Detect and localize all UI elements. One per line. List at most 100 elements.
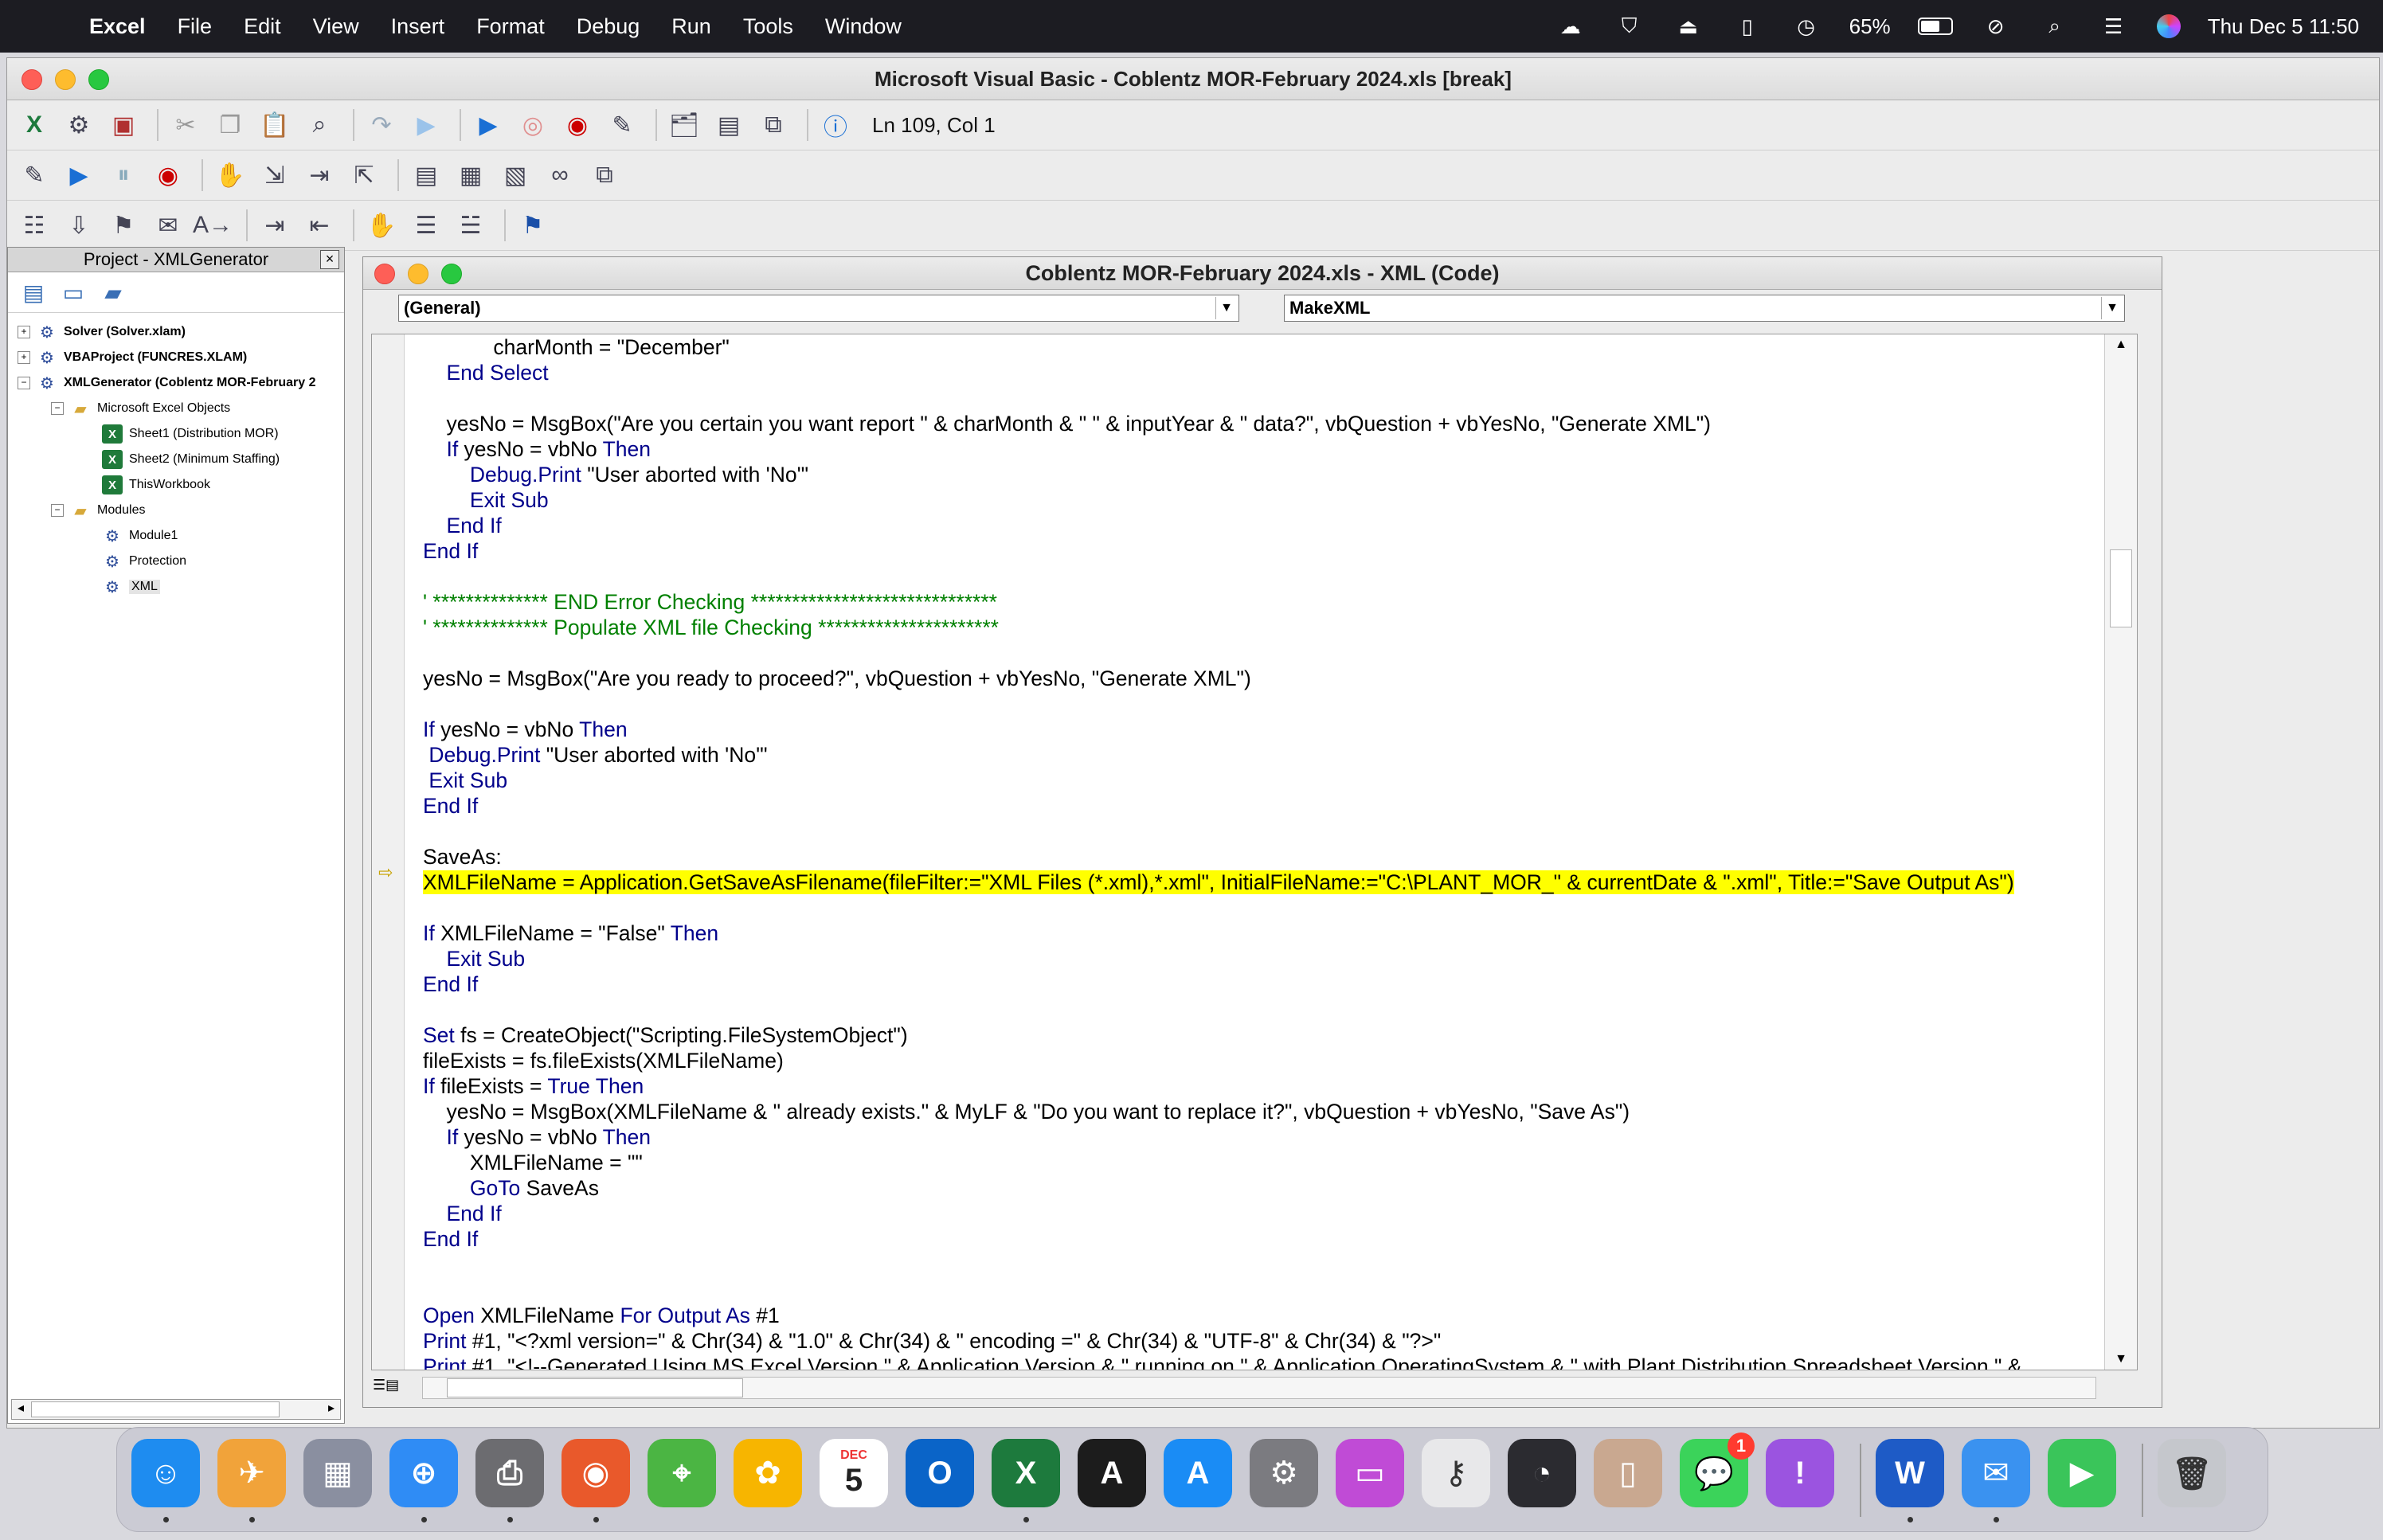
code-line[interactable]: If yesNo = vbNo Then [423, 1124, 2097, 1150]
watch-window-icon[interactable]: ▧ [496, 156, 534, 194]
tree-node[interactable]: − ▰ Modules [51, 499, 145, 522]
minimize-window-button[interactable] [55, 69, 76, 90]
project-explorer-icon[interactable]: 🗂 [665, 106, 703, 144]
tree-node[interactable]: ⚙ XML [84, 576, 160, 598]
comment-block-icon[interactable]: ☰ [407, 206, 445, 244]
tree-node[interactable]: X Sheet1 (Distribution MOR) [84, 423, 279, 445]
tree-node[interactable]: + ⚙ Solver (Solver.xlam) [18, 321, 186, 343]
list-properties-icon[interactable]: ☷ [15, 206, 53, 244]
tree-node[interactable]: ⚙ Protection [84, 550, 186, 573]
tree-node[interactable]: − ▰ Microsoft Excel Objects [51, 397, 230, 420]
object-browser-icon[interactable]: ⧉ [754, 106, 792, 144]
disk-utility-icon[interactable]: ▭ [1336, 1439, 1404, 1507]
object-dropdown[interactable]: (General) ▼ [398, 295, 1239, 322]
firefox-icon[interactable]: ◉ [562, 1439, 630, 1507]
system-settings-icon[interactable]: ⚙ [1250, 1439, 1318, 1507]
zoom-window-button[interactable] [88, 69, 109, 90]
acrobat-icon[interactable]: A [1078, 1439, 1146, 1507]
horizontal-scrollbar[interactable] [422, 1377, 2096, 1399]
code-line[interactable]: If fileExists = True Then [423, 1073, 2097, 1099]
code-line[interactable]: SaveAs: [423, 844, 2097, 870]
code-line[interactable]: charMonth = "December" [423, 334, 2097, 360]
feedback-icon[interactable]: ! [1766, 1439, 1834, 1507]
keychain-icon[interactable]: ⚷ [1422, 1439, 1490, 1507]
complete-word-icon[interactable]: A→ [193, 206, 233, 244]
break-icon[interactable]: ⏸ [104, 156, 143, 194]
code-line[interactable]: Print #1, "<?xml version=" & Chr(34) & "… [423, 1328, 2097, 1354]
clock[interactable]: Thu Dec 5 11:50 [2208, 14, 2359, 39]
cyberduck-icon[interactable]: ✈ [217, 1439, 286, 1507]
zoom-code-window-button[interactable] [441, 264, 462, 284]
code-line[interactable]: End Select [423, 360, 2097, 385]
menu-run[interactable]: Run [671, 14, 711, 39]
code-line[interactable]: XMLFileName = "" [423, 1150, 2097, 1175]
breakpoint-margin[interactable] [372, 334, 405, 1370]
printer-icon[interactable]: ⎙ [475, 1439, 544, 1507]
tree-node[interactable]: X ThisWorkbook [84, 474, 210, 496]
code-line[interactable] [423, 895, 2097, 920]
view-excel-icon[interactable]: X [15, 106, 53, 144]
code-line[interactable]: If XMLFileName = "False" Then [423, 920, 2097, 946]
minimize-code-window-button[interactable] [408, 264, 428, 284]
call-stack-icon[interactable]: ⧉ [585, 156, 624, 194]
code-line[interactable]: ' ************** Populate XML file Check… [423, 615, 2097, 640]
app-store-icon[interactable]: A [1164, 1439, 1232, 1507]
scroll-down-icon[interactable]: ▼ [2105, 1349, 2137, 1370]
code-line[interactable]: End If [423, 513, 2097, 538]
cut-icon[interactable]: ✂ [166, 106, 205, 144]
view-object-icon[interactable]: ▭ [57, 278, 89, 307]
toggle-breakpoint-icon[interactable]: ✋ [362, 206, 401, 244]
chevron-down-icon[interactable]: ▼ [2101, 297, 2123, 319]
break-icon[interactable]: ◎ [514, 106, 552, 144]
redo-icon[interactable]: ↷ [362, 106, 401, 144]
cloud-icon[interactable]: ☁ [1555, 14, 1587, 38]
iphone-mirroring-icon[interactable]: ▯ [1594, 1439, 1662, 1507]
list-constants-icon[interactable]: ⇩ [60, 206, 98, 244]
parameter-info-icon[interactable]: ✉ [149, 206, 187, 244]
scrollbar-thumb[interactable] [2110, 549, 2132, 627]
indent-icon[interactable]: ⇥ [256, 206, 294, 244]
code-line[interactable]: yesNo = MsgBox("Are you ready to proceed… [423, 666, 2097, 691]
step-over-icon[interactable]: ⇥ [300, 156, 338, 194]
menu-debug[interactable]: Debug [577, 14, 640, 39]
code-line[interactable]: Exit Sub [423, 768, 2097, 793]
uncomment-block-icon[interactable]: ☱ [452, 206, 490, 244]
siri-icon[interactable] [2156, 14, 2181, 38]
tree-node[interactable]: X Sheet2 (Minimum Staffing) [84, 448, 280, 471]
eject-icon[interactable]: ⏏ [1673, 14, 1704, 38]
code-line[interactable] [423, 1252, 2097, 1277]
code-editor[interactable]: ⇨ charMonth = "December" End Select yesN… [371, 334, 2138, 1370]
code-line[interactable] [423, 691, 2097, 717]
code-line[interactable]: If yesNo = vbNo Then [423, 436, 2097, 462]
code-text[interactable]: charMonth = "December" End Select yesNo … [423, 334, 2097, 1370]
menu-window[interactable]: Window [825, 14, 902, 39]
code-line[interactable]: yesNo = MsgBox("Are you certain you want… [423, 411, 2097, 436]
expand-icon[interactable]: + [18, 326, 30, 338]
code-line[interactable] [423, 385, 2097, 411]
code-line[interactable]: End If [423, 793, 2097, 819]
design-mode-icon[interactable]: ✎ [603, 106, 641, 144]
facetime-icon[interactable]: ▶ [2048, 1439, 2116, 1507]
code-line[interactable]: ' ************** END Error Checking ****… [423, 589, 2097, 615]
finder-icon[interactable]: ☺ [131, 1439, 200, 1507]
design-mode-icon[interactable]: ✎ [15, 156, 53, 194]
expand-icon[interactable]: + [18, 351, 30, 364]
horizontal-scrollbar[interactable]: ◂ ▸ [11, 1399, 341, 1420]
code-line[interactable] [423, 1277, 2097, 1303]
scroll-left-icon[interactable]: ◂ [12, 1400, 29, 1417]
messages-icon[interactable]: 💬 1 [1680, 1433, 1755, 1507]
close-icon[interactable]: × [320, 250, 339, 269]
help-icon[interactable]: ⓘ [816, 106, 855, 144]
immediate-window-icon[interactable]: ▦ [452, 156, 490, 194]
collapse-icon[interactable]: − [51, 402, 64, 415]
safari-icon[interactable]: ⊕ [389, 1439, 458, 1507]
maps-icon[interactable]: ⌖ [648, 1439, 716, 1507]
activity-monitor-icon[interactable]: ◔ [1508, 1439, 1576, 1507]
step-out-icon[interactable]: ⇱ [345, 156, 383, 194]
menu-tools[interactable]: Tools [743, 14, 793, 39]
toggle-breakpoint-icon[interactable]: ✋ [211, 156, 249, 194]
code-line[interactable]: Set fs = CreateObject("Scripting.FileSys… [423, 1022, 2097, 1048]
sidecar-icon[interactable]: ▯ [1731, 14, 1763, 38]
code-line[interactable]: Exit Sub [423, 487, 2097, 513]
chevron-down-icon[interactable]: ▼ [1215, 297, 1237, 319]
